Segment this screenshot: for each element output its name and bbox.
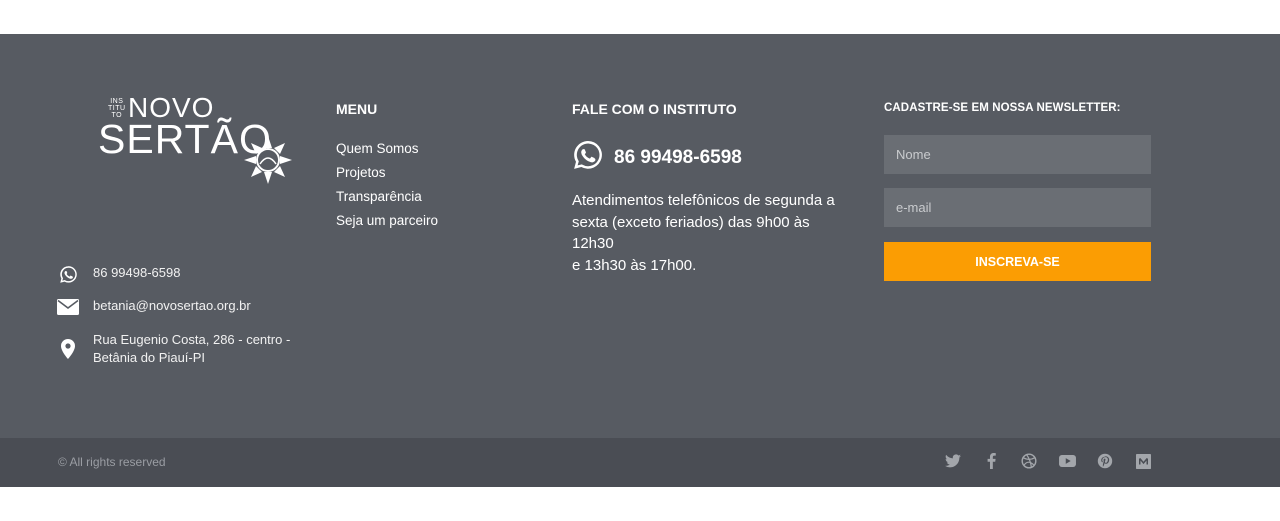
newsletter-name-input[interactable] [884, 135, 1151, 174]
menu-item-quem-somos[interactable]: Quem Somos [336, 137, 438, 161]
social-links [944, 452, 1172, 470]
contact-phone-text: 86 99498-6598 [93, 265, 181, 280]
facebook-icon[interactable] [982, 452, 1000, 470]
sun-icon [244, 136, 292, 184]
novo-sertao-logo[interactable]: INS TITU TO NOVO SERTÃO [98, 92, 298, 194]
newsletter-title: CADASTRE-SE EM NOSSA NEWSLETTER: [884, 102, 1121, 114]
menu-title: MENU [336, 101, 378, 117]
menu-item-projetos[interactable]: Projetos [336, 161, 438, 185]
whatsapp-icon [572, 139, 604, 176]
subscribe-button[interactable]: INSCREVA-SE [884, 242, 1151, 281]
footer-menu: Quem Somos Projetos Transparência Seja u… [336, 137, 438, 233]
fale-title: FALE COM O INSTITUTO [572, 101, 737, 117]
contact-address: Rua Eugenio Costa, 286 - centro - Betâni… [57, 331, 313, 367]
medium-icon[interactable] [1134, 452, 1152, 470]
contact-address-text: Rua Eugenio Costa, 286 - centro - Betâni… [93, 332, 291, 365]
menu-item-transparencia[interactable]: Transparência [336, 185, 438, 209]
location-pin-icon [57, 339, 79, 359]
contact-email-text: betania@novosertao.org.br [93, 298, 251, 313]
fale-phone[interactable]: 86 99498-6598 [572, 139, 742, 176]
contact-phone[interactable]: 86 99498-6598 [57, 264, 180, 284]
fale-phone-number: 86 99498-6598 [614, 146, 742, 168]
menu-item-seja-parceiro[interactable]: Seja um parceiro [336, 209, 438, 233]
youtube-icon[interactable] [1058, 452, 1076, 470]
dribbble-icon[interactable] [1020, 452, 1038, 470]
fale-hours-line-2: e 13h30 às 17h00. [572, 256, 697, 274]
fale-hours-line-1: Atendimentos telefônicos de segunda a se… [572, 192, 835, 252]
fale-hours: Atendimentos telefônicos de segunda a se… [572, 190, 852, 276]
pinterest-icon[interactable] [1096, 452, 1114, 470]
twitter-icon[interactable] [944, 452, 962, 470]
envelope-icon [57, 297, 79, 317]
contact-email[interactable]: betania@novosertao.org.br [57, 297, 251, 317]
whatsapp-icon [57, 264, 79, 284]
newsletter-email-input[interactable] [884, 188, 1151, 227]
copyright-text: © All rights reserved [58, 455, 166, 469]
